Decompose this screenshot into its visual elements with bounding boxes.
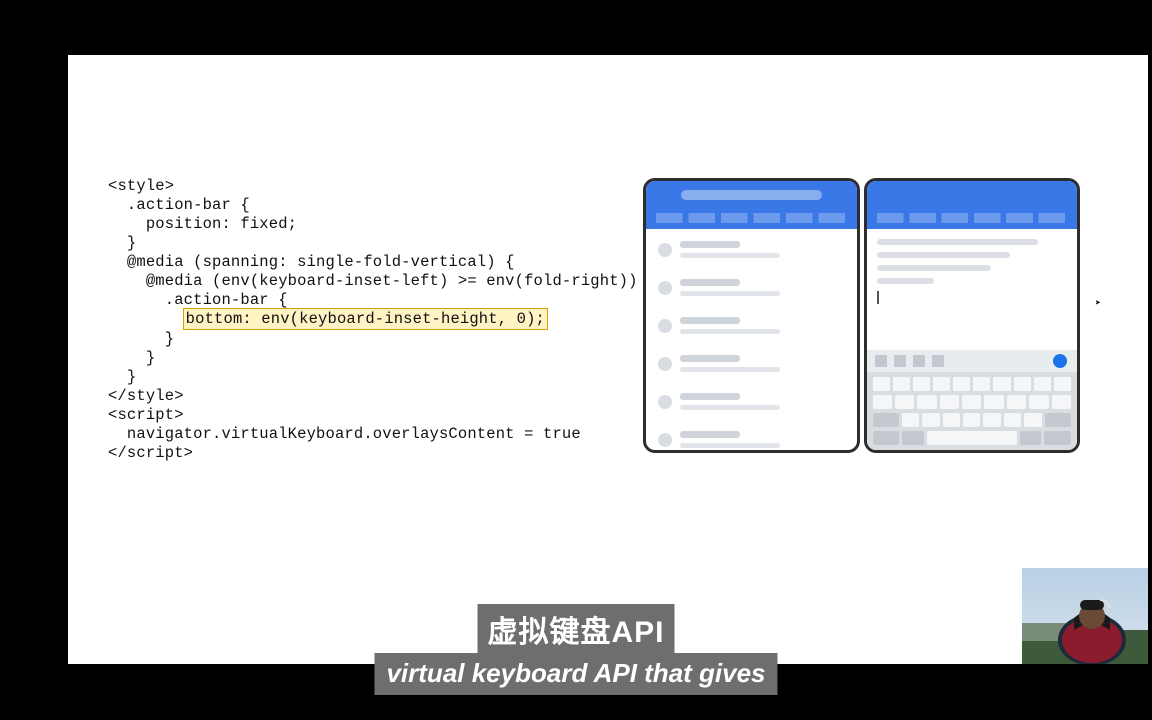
list-item: [652, 237, 851, 269]
code-line: .action-bar {: [108, 196, 250, 214]
list-item: [652, 275, 851, 307]
code-line: .action-bar {: [108, 291, 288, 309]
caption-chinese: 虚拟键盘API: [477, 604, 674, 655]
code-line: }: [108, 330, 174, 348]
send-icon: [1053, 354, 1067, 368]
tool-icon: [932, 355, 944, 367]
code-line: @media (env(keyboard-inset-left) >= env(…: [108, 272, 656, 290]
virtual-keyboard: [867, 372, 1078, 450]
avatar-icon: [658, 281, 672, 295]
screen-left: [643, 178, 860, 453]
code-line: @media (spanning: single-fold-vertical) …: [108, 253, 515, 271]
dual-screen-illustration: [643, 178, 1080, 453]
avatar-icon: [658, 433, 672, 447]
avatar-icon: [658, 243, 672, 257]
code-block: <style> .action-bar { position: fixed; }…: [108, 177, 656, 463]
code-line: </style>: [108, 387, 184, 405]
tool-icon: [894, 355, 906, 367]
code-line: <style>: [108, 177, 174, 195]
code-line: </script>: [108, 444, 193, 462]
list-item: [652, 351, 851, 383]
avatar-icon: [658, 319, 672, 333]
list-item: [652, 427, 851, 450]
text-caret-icon: [877, 291, 879, 304]
avatar-icon: [658, 395, 672, 409]
code-line: position: fixed;: [108, 215, 297, 233]
action-bar: [867, 350, 1078, 372]
list-item: [652, 389, 851, 421]
screen-right: [864, 178, 1081, 453]
avatar-icon: [658, 357, 672, 371]
caption-english: virtual keyboard API that gives: [374, 653, 777, 695]
tool-icon: [875, 355, 887, 367]
code-line: <script>: [108, 406, 184, 424]
code-line: }: [108, 349, 155, 367]
code-line-highlight-prefix: [108, 310, 184, 328]
code-line: }: [108, 234, 136, 252]
code-highlight: bottom: env(keyboard-inset-height, 0);: [184, 309, 547, 329]
email-list: [646, 229, 857, 450]
speaker-video-pip: [1022, 568, 1148, 664]
code-line: }: [108, 368, 136, 386]
code-line: navigator.virtualKeyboard.overlaysConten…: [108, 425, 581, 443]
compose-area: [867, 229, 1078, 350]
app-topbar: [867, 181, 1078, 229]
app-topbar: [646, 181, 857, 229]
slide: <style> .action-bar { position: fixed; }…: [68, 55, 1148, 664]
list-item: [652, 313, 851, 345]
tool-icon: [913, 355, 925, 367]
cursor-icon: ➤: [1095, 298, 1101, 309]
